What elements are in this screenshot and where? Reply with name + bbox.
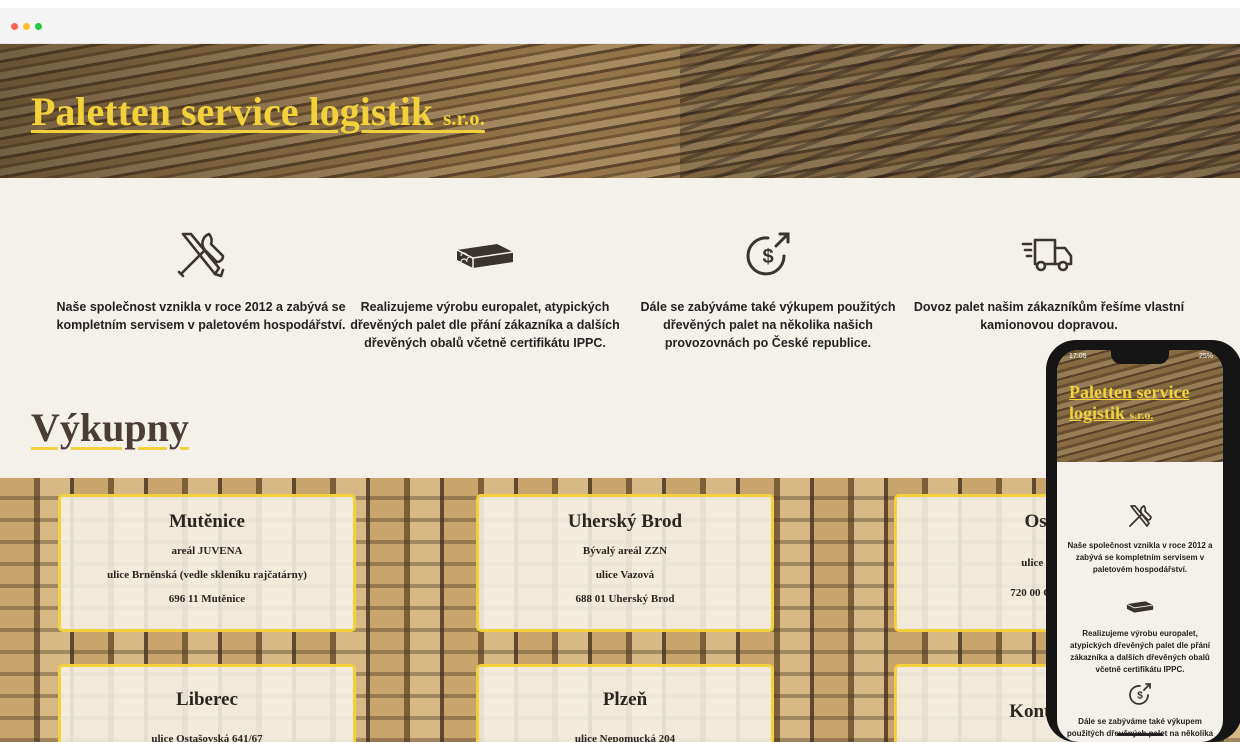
- phone-title-suffix[interactable]: s.r.o.: [1130, 408, 1154, 422]
- truck-icon: [903, 224, 1195, 284]
- tools-icon: [1057, 502, 1223, 530]
- phone-time: 17:05: [1069, 353, 1087, 360]
- location-line: 696 11 Mutěnice: [168, 593, 246, 605]
- maximize-window-dot[interactable]: [35, 23, 42, 30]
- minimize-window-dot[interactable]: [23, 23, 30, 30]
- location-line: Bývalý areál ZZN: [582, 545, 668, 557]
- svg-text:$: $: [762, 246, 773, 268]
- location-name: Mutěnice: [169, 511, 245, 532]
- hero-shadow: [680, 44, 1240, 178]
- phone-feature-text: Dále se zabýváme také výkupem použitých …: [1066, 717, 1214, 738]
- feature-text: Realizujeme výrobu europalet, atypických…: [350, 300, 620, 350]
- feature-text: Naše společnost vznikla v roce 2012 a za…: [56, 300, 346, 332]
- location-card: Plzeň ulice Nepomucká 204: [476, 664, 774, 742]
- phone-feature-text: Realizujeme výrobu europalet, atypických…: [1069, 629, 1211, 674]
- phone-mockup: 17:05 25% Paletten service logistik s.r.…: [1046, 340, 1240, 742]
- location-card: Mutěnice areál JUVENA ulice Brněnská (ve…: [58, 494, 356, 632]
- phone-battery: 25%: [1198, 353, 1213, 360]
- location-line: ulice Nepomucká 204: [574, 733, 676, 742]
- location-line: areál JUVENA: [171, 545, 243, 557]
- site-title[interactable]: Paletten service logistik s.r.o.: [31, 88, 485, 135]
- feature-text: Dále se zabýváme také výkupem použitých …: [640, 300, 896, 350]
- browser-chrome: [0, 8, 1240, 44]
- dollar-cycle-icon: $: [1057, 680, 1223, 708]
- location-card: Uherský Brod Bývalý areál ZZN ulice Vazo…: [476, 494, 774, 632]
- location-line: ulice Brněnská (vedle skleníku rajčatárn…: [107, 569, 307, 581]
- feature-text: Dovoz palet našim zákazníkům řešíme vlas…: [913, 300, 1185, 332]
- tools-icon: [55, 224, 347, 284]
- feature-transport: Dovoz palet našim zákazníkům řešíme vlas…: [903, 224, 1195, 334]
- feature-service: Naše společnost vznikla v roce 2012 a za…: [55, 224, 347, 334]
- svg-text:$: $: [1137, 691, 1143, 702]
- phone-notch: [1111, 350, 1169, 364]
- location-name: Liberec: [176, 689, 238, 710]
- location-name: Plzeň: [602, 689, 648, 710]
- location-line: ulice Vazová: [595, 569, 655, 581]
- wood-planks-icon: [339, 224, 631, 284]
- site-title-text[interactable]: Paletten service logistik: [31, 89, 433, 134]
- feature-buyout: $ Dále se zabýváme také výkupem použitýc…: [622, 224, 914, 352]
- location-card: Liberec ulice Ostašovská 641/67: [58, 664, 356, 742]
- hero-banner: Paletten service logistik s.r.o.: [0, 44, 1240, 178]
- phone-feature-text: Naše společnost vznikla v roce 2012 a za…: [1067, 541, 1213, 574]
- phone-home-indicator: [1117, 733, 1163, 736]
- phone-site-title[interactable]: Paletten service logistik s.r.o.: [1069, 382, 1223, 426]
- close-window-dot[interactable]: [11, 23, 18, 30]
- section-title: Výkupny: [31, 405, 189, 450]
- dollar-cycle-icon: $: [622, 224, 914, 284]
- wood-planks-icon: [1057, 596, 1223, 616]
- location-line: ulice Ostašovská 641/67: [151, 733, 263, 742]
- phone-screen: 17:05 25% Paletten service logistik s.r.…: [1057, 350, 1223, 742]
- feature-production: Realizujeme výrobu europalet, atypických…: [339, 224, 631, 352]
- location-name: Uherský Brod: [567, 511, 683, 532]
- location-line: 688 01 Uherský Brod: [575, 593, 675, 605]
- site-title-suffix[interactable]: s.r.o.: [443, 106, 485, 130]
